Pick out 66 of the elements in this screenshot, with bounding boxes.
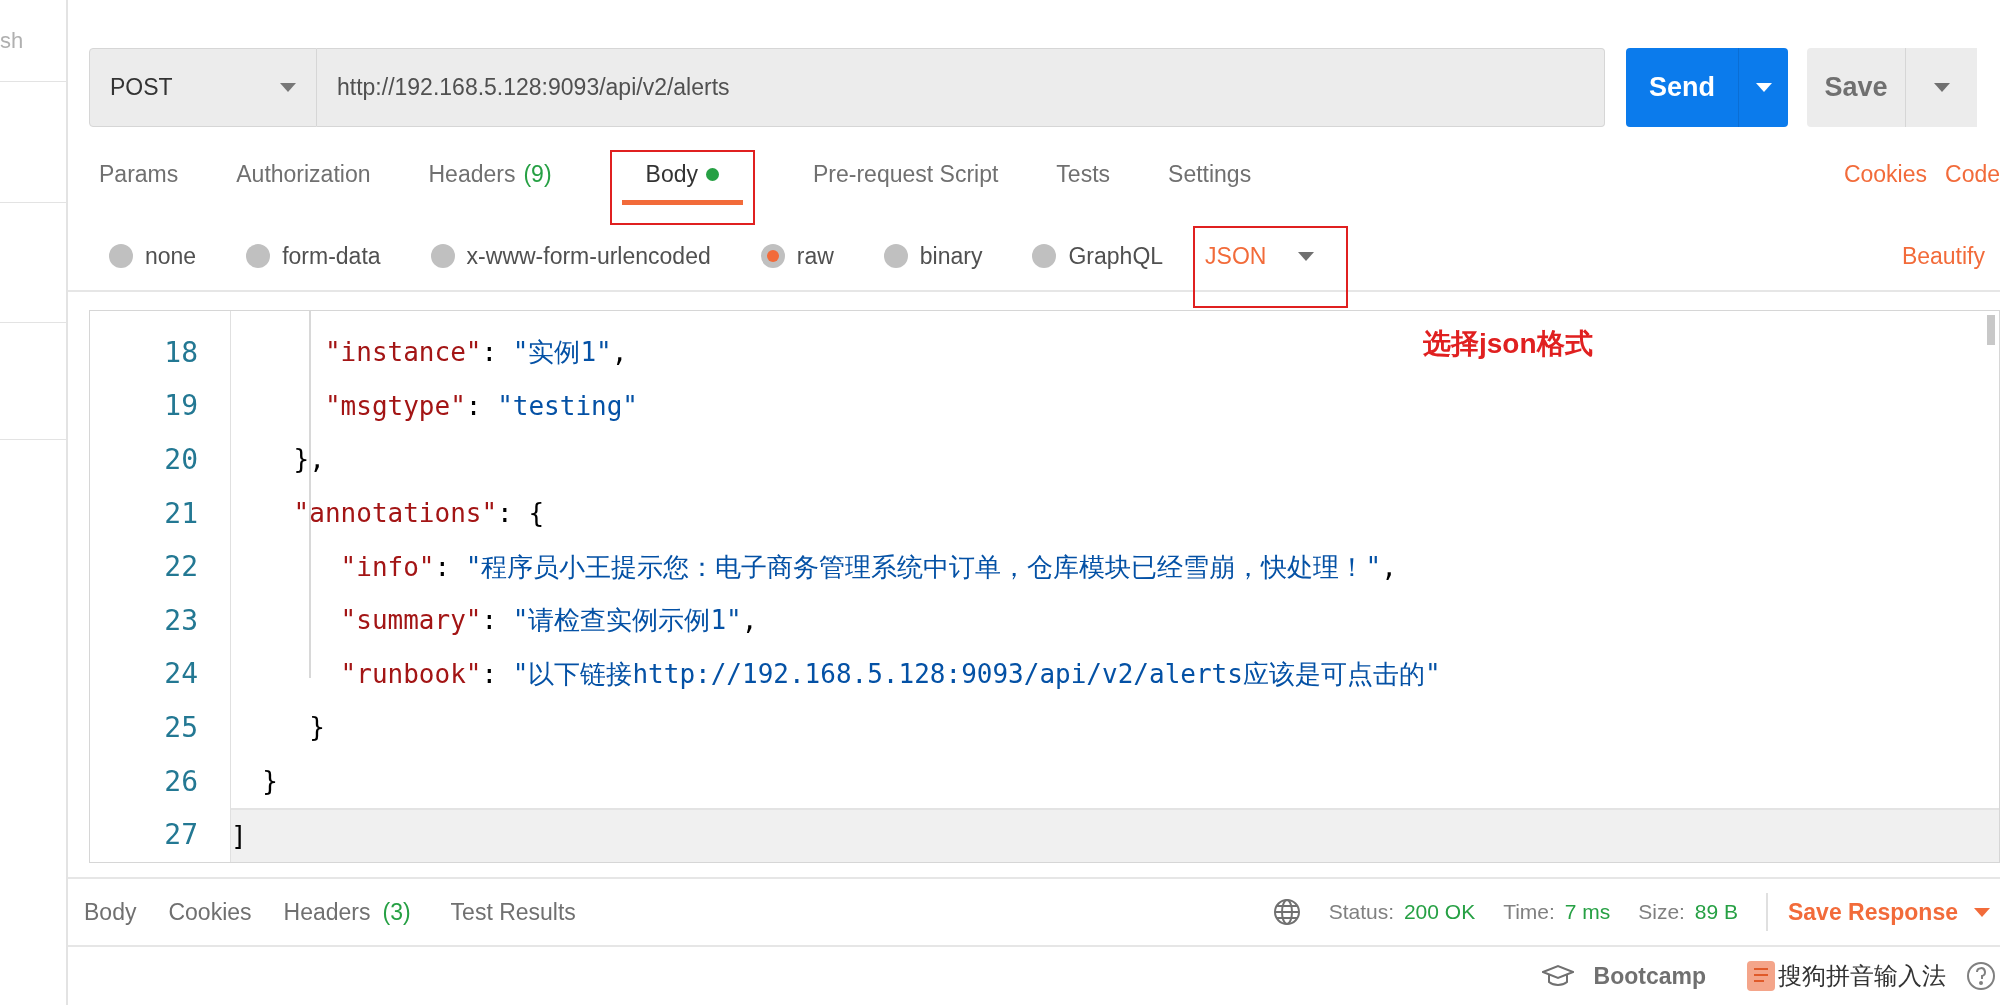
- code-line: "annotations": {: [292, 497, 545, 531]
- request-tab[interactable]: Authorization: [236, 144, 371, 205]
- code-line: }: [261, 765, 278, 799]
- code-line: "instance": "实例1",: [323, 336, 628, 370]
- line-number: 24: [164, 656, 198, 693]
- response-stat: Size: 89 B: [1638, 899, 1738, 926]
- caret-icon: [1974, 907, 1990, 917]
- code-line: }: [308, 711, 325, 745]
- request-tab[interactable]: Tests: [1056, 144, 1111, 205]
- annotation-text: 选择json格式: [1423, 327, 1593, 361]
- url-field[interactable]: http://192.168.5.128:9093/api/v2/alerts: [317, 48, 1605, 127]
- header-link[interactable]: Code: [1945, 157, 2000, 192]
- response-tab[interactable]: Body: [84, 894, 137, 930]
- globe-icon: [1272, 898, 1301, 926]
- caret-icon: [1298, 251, 1315, 261]
- body-type-radio[interactable]: binary: [883, 238, 983, 274]
- code-line: ]: [231, 819, 247, 853]
- line-number: 19: [164, 388, 198, 425]
- help-icon[interactable]: [1966, 961, 1996, 991]
- request-tab[interactable]: Params: [99, 144, 179, 205]
- line-number: 23: [164, 602, 198, 639]
- save-response-button[interactable]: Save Response: [1787, 894, 1990, 930]
- send-label[interactable]: Send: [1626, 48, 1738, 127]
- response-tab[interactable]: Headers (3): [283, 894, 419, 930]
- save-button[interactable]: Save: [1807, 48, 1977, 127]
- method-select[interactable]: POST: [89, 48, 317, 127]
- response-stat: Status: 200 OK: [1328, 899, 1476, 926]
- request-tab[interactable]: Pre-request Script: [813, 144, 999, 205]
- line-number: 18: [164, 334, 198, 371]
- body-type-radio[interactable]: form-data: [246, 238, 381, 274]
- code-line: "summary": "请检查实例示例1",: [339, 604, 758, 638]
- response-tab[interactable]: Cookies: [168, 894, 252, 930]
- code-line: },: [292, 443, 325, 477]
- line-number: 20: [164, 442, 198, 478]
- caret-icon: [1755, 83, 1772, 92]
- code-editor[interactable]: [89, 310, 2000, 863]
- caret-icon: [280, 83, 296, 92]
- request-tab[interactable]: Headers (9): [428, 144, 552, 205]
- response-tab[interactable]: Test Results: [450, 894, 576, 930]
- send-button[interactable]: Send: [1626, 48, 1788, 127]
- code-line: "runbook": "以下链接http://192.168.5.128:9093/api/v2/alerts应该是可点击的": [339, 657, 1441, 691]
- body-type-radio[interactable]: x-www-form-urlencoded: [430, 238, 711, 274]
- line-number: 27: [164, 817, 198, 854]
- scrollbar: [1987, 315, 1995, 345]
- code-line: "msgtype": "testing": [323, 389, 638, 423]
- format-select[interactable]: JSON: [1205, 238, 1337, 274]
- body-type-radio[interactable]: GraphQL: [1032, 238, 1164, 274]
- ime-label: 搜狗拼音输入法: [1778, 961, 1946, 991]
- beautify-link[interactable]: Beautify: [1901, 238, 1985, 274]
- graduation-cap-icon: [1541, 964, 1574, 988]
- caret-icon: [1933, 83, 1950, 92]
- code-line: "info": "程序员小王提示您：电子商务管理系统中订单，仓库模块已经雪崩，快处理！",: [339, 550, 1397, 584]
- body-type-radio[interactable]: none: [109, 238, 197, 274]
- sidebar-label: sh: [0, 27, 24, 55]
- line-number: 22: [164, 549, 198, 586]
- line-number: 25: [164, 709, 198, 746]
- save-label[interactable]: Save: [1807, 48, 1905, 127]
- line-number: 21: [164, 495, 198, 532]
- response-stat: Time: 7 ms: [1503, 899, 1611, 926]
- document-icon: [1746, 960, 1776, 992]
- line-number: 26: [164, 763, 198, 800]
- body-type-radio[interactable]: raw: [760, 238, 834, 274]
- bootcamp-link[interactable]: Bootcamp: [1593, 958, 1706, 994]
- request-tab[interactable]: Body: [621, 144, 743, 205]
- header-link[interactable]: Cookies: [1843, 157, 1927, 192]
- request-tab[interactable]: Settings: [1168, 144, 1252, 205]
